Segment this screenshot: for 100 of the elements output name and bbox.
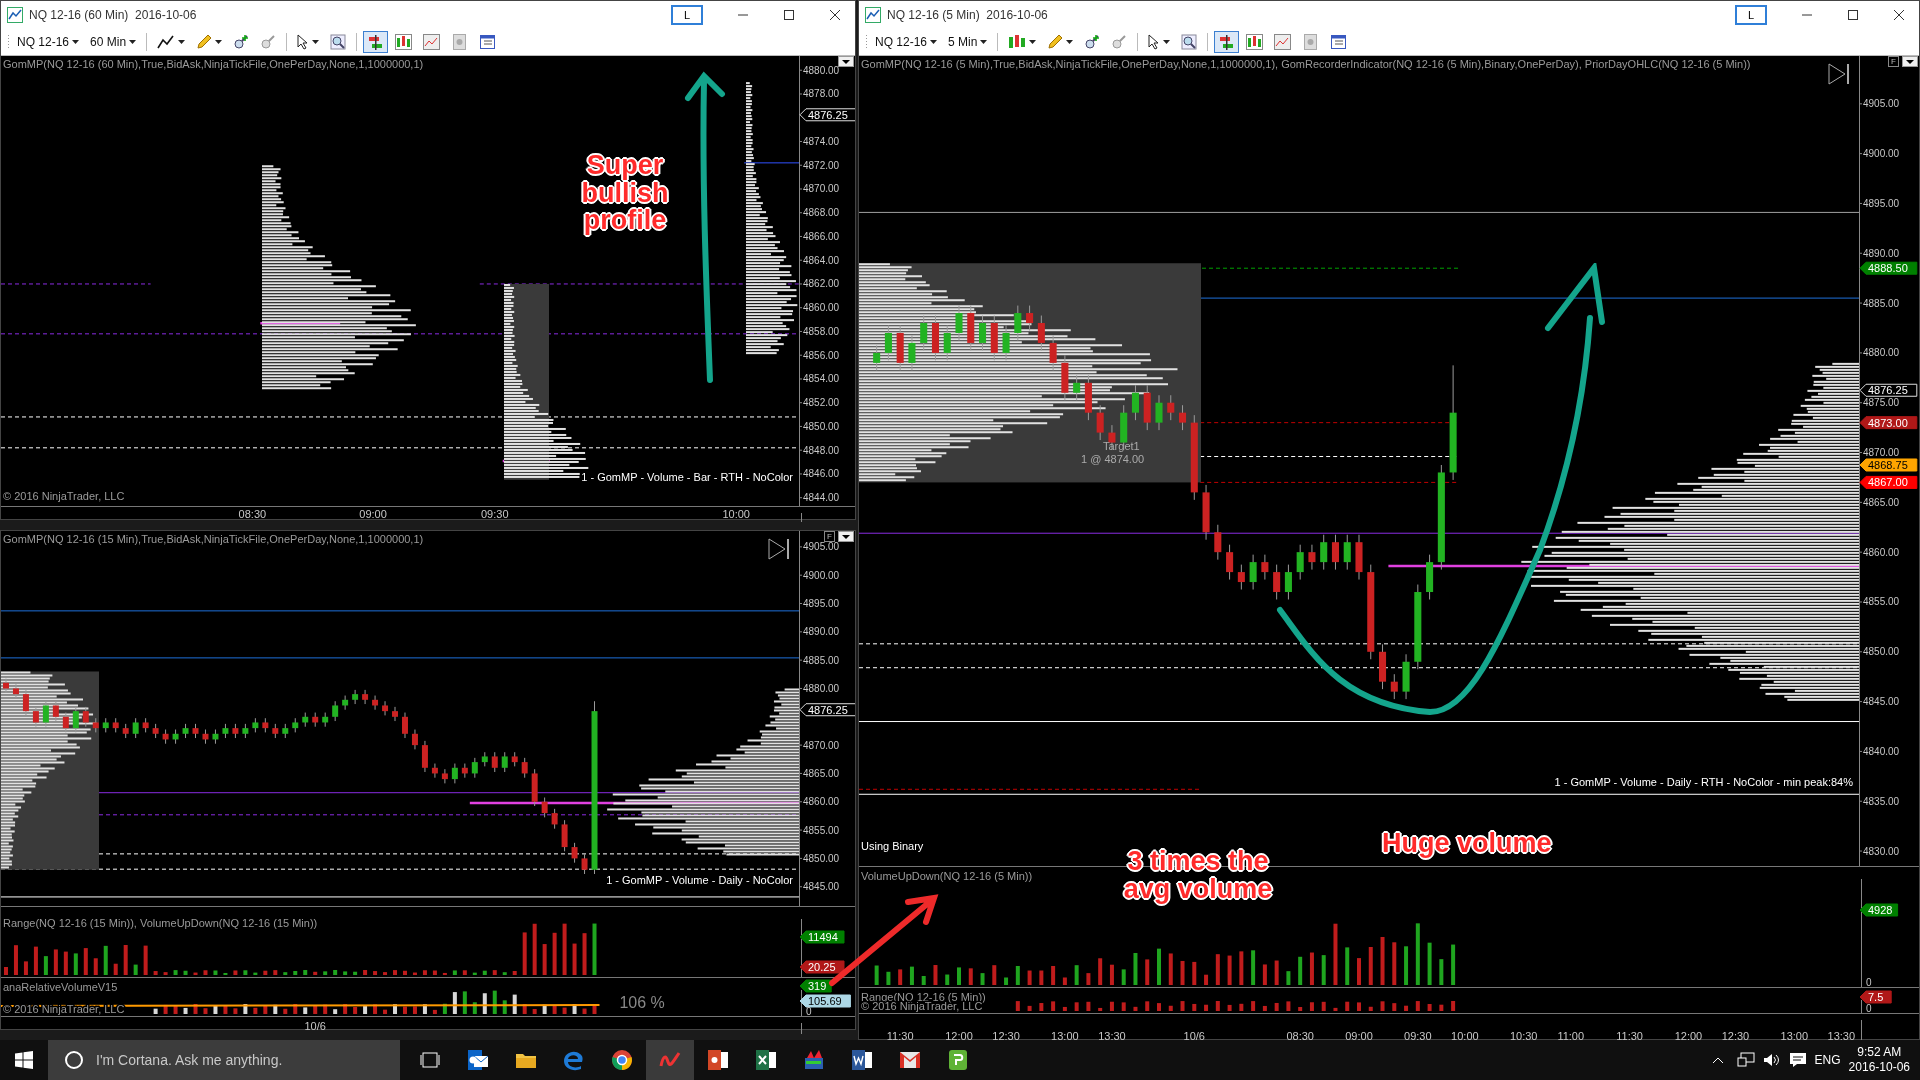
price-axis-label: 4870.00 <box>803 183 840 195</box>
price-axis-label: 4875.00 <box>1863 397 1900 409</box>
price-axis-label: 4844.00 <box>803 492 840 504</box>
clock-date[interactable]: 2016-10-06 <box>1848 1060 1910 1075</box>
link-button[interactable]: L <box>671 5 703 25</box>
price-marker: 4876.25 <box>1859 383 1918 397</box>
status-label: Using Binary <box>861 840 924 852</box>
time-axis-label: 12:30 <box>1721 1030 1750 1042</box>
price-axis-label: 4895.00 <box>803 598 840 609</box>
price-marker: 4868.75 <box>1859 458 1918 472</box>
time-axis-label: 10:30 <box>1509 1030 1538 1042</box>
time-axis-label: 13:30 <box>1098 1030 1126 1042</box>
annotation-text: 3 times the avg volume <box>1122 848 1274 904</box>
price-axis-label: 4870.00 <box>803 739 840 751</box>
interval-dropdown[interactable]: 5 Min <box>944 31 992 53</box>
price-axis-label: 4856.00 <box>803 349 840 361</box>
price-axis-label: 4874.00 <box>803 136 840 147</box>
price-marker: 4867.00 <box>1859 475 1918 489</box>
price-axis-label: 4860.00 <box>803 796 840 808</box>
price-axis-label: 4852.00 <box>803 397 840 409</box>
price-axis-label: 4880.00 <box>803 64 840 76</box>
price-marker: 4873.00 <box>1859 416 1918 430</box>
price-marker: 105.69 <box>799 994 851 1008</box>
axis-label: 0 <box>1866 977 1872 987</box>
price-marker: 319 <box>799 979 832 993</box>
indicator-label: anaRelativeVolumeV15 <box>3 981 118 993</box>
price-axis-label: 4880.00 <box>803 683 840 694</box>
price-marker: 7.5 <box>1859 990 1892 1004</box>
price-axis-label: 4890.00 <box>1863 247 1900 259</box>
price-axis-label: 4845.00 <box>1863 696 1900 708</box>
price-axis-label: 4862.00 <box>803 278 840 290</box>
interval-dropdown[interactable]: 60 Min <box>86 31 141 53</box>
language-indicator[interactable]: ENG <box>1814 1051 1841 1069</box>
indicator-label: Range(NQ 12-16 (5 Min)) <box>861 991 986 1003</box>
indicator-label: GomMP(NQ 12-16 (60 Min),True,BidAsk,NinjaTickFile,OnePerDay,None,1,1000000,1) <box>3 58 424 70</box>
price-axis-label: 4850.00 <box>803 420 840 432</box>
time-axis-label: 10:00 <box>722 508 750 520</box>
price-axis-label: 4855.00 <box>803 824 840 836</box>
time-axis-label: 12:00 <box>945 1030 973 1042</box>
price-axis-label: 4870.00 <box>1863 447 1900 459</box>
indicator-label: Range(NQ 12-16 (15 Min)), VolumeUpDown(NQ 12-16 (15 Min)) <box>3 917 318 929</box>
price-axis-label: 4835.00 <box>1863 795 1900 807</box>
price-axis-label: 4830.00 <box>1863 845 1900 857</box>
clock-time[interactable]: 9:52 AM <box>1857 1045 1902 1060</box>
price-axis-label: 4848.00 <box>803 444 840 456</box>
price-axis-label: 4860.00 <box>1863 546 1900 558</box>
annotation-text: Huge volume <box>1382 830 1552 858</box>
profile-label: 1 - GomMP - Volume - Daily - RTH - NoColor - min peak:84% <box>1554 776 1853 788</box>
time-axis-label: 13:00 <box>1051 1030 1079 1042</box>
order-detail: 1 @ 4874.00 <box>1081 453 1145 465</box>
price-marker: 4876.25 <box>799 703 855 717</box>
time-axis-label: 13:00 <box>1780 1030 1809 1042</box>
time-axis-label: 09:00 <box>1345 1030 1373 1042</box>
price-axis-label: 4850.00 <box>803 852 840 864</box>
price-axis-label: 4895.00 <box>1863 197 1900 209</box>
price-axis-label: 4855.00 <box>1863 596 1900 608</box>
price-axis-label: 4880.00 <box>1863 347 1900 359</box>
price-axis-label: 4885.00 <box>803 654 840 666</box>
price-axis-label: 4845.00 <box>803 881 840 893</box>
time-axis-label: 09:30 <box>1404 1030 1432 1042</box>
time-axis-label: 13:30 <box>1827 1030 1856 1042</box>
time-axis-label: 10/6 <box>1183 1030 1205 1042</box>
price-axis-label: 4890.00 <box>803 626 840 638</box>
price-axis-label: 4858.00 <box>803 325 840 337</box>
time-axis-label: 08:30 <box>1286 1030 1314 1042</box>
search-field[interactable]: I'm Cortana. Ask me anything. <box>48 1040 400 1080</box>
link-button[interactable]: L <box>1735 5 1767 25</box>
price-axis-label: 4860.00 <box>803 302 840 314</box>
price-axis-label: 4846.00 <box>803 468 840 480</box>
price-axis-label: 4854.00 <box>803 373 840 385</box>
f-button[interactable]: F <box>824 531 835 542</box>
window-title: NQ 12-16 (5 Min) 2016-10-06 <box>887 7 1048 24</box>
price-marker: 4928 <box>1859 903 1899 917</box>
price-axis-label: 4865.00 <box>1863 496 1900 508</box>
price-marker: 11494 <box>799 930 845 944</box>
copyright-text: © 2016 NinjaTrader, LLC <box>3 490 125 502</box>
price-axis-label: 4878.00 <box>803 88 840 100</box>
instrument-dropdown[interactable]: NQ 12-16 <box>13 31 84 53</box>
profile-label: 1 - GomMP - Volume - Daily - NoColor <box>606 874 793 886</box>
price-axis-label: 4864.00 <box>803 254 840 266</box>
price-axis-label: 4905.00 <box>803 541 840 553</box>
time-axis-label: 09:30 <box>481 508 509 520</box>
annotation-text: Super bullish profile <box>580 152 670 235</box>
time-axis-label: 11:30 <box>1616 1030 1643 1042</box>
price-axis-label: 4905.00 <box>1863 98 1900 110</box>
f-button[interactable]: F <box>1888 56 1899 67</box>
price-axis-label: 4885.00 <box>1863 297 1900 309</box>
profile-label: 1 - GomMP - Volume - Bar - RTH - NoColor <box>581 471 793 483</box>
indicator-label: GomMP(NQ 12-16 (15 Min),True,BidAsk,NinjaTickFile,OnePerDay,None,1,1000000,1) <box>3 533 424 545</box>
price-axis-label: 4865.00 <box>803 767 840 779</box>
indicator-label: GomMP(NQ 12-16 (5 Min),True,BidAsk,NinjaTickFile,OnePerDay,None,1,1000000,1), GomRecorderIndicator(NQ 12-16 (5 Min),Binary,OnePerDay), PriorDayOHLC(NQ 12-16 (5 Min)) <box>861 58 1751 70</box>
price-marker: 20.25 <box>799 960 845 974</box>
instrument-dropdown[interactable]: NQ 12-16 <box>871 31 942 53</box>
time-axis-label: 10:00 <box>1451 1030 1479 1042</box>
axis-label: 0 <box>1866 1003 1872 1013</box>
time-axis-label: 11:00 <box>1557 1030 1585 1042</box>
axis-label: 0 <box>806 1006 812 1016</box>
price-axis-label: 4840.00 <box>1863 745 1900 757</box>
time-axis-label: 12:30 <box>992 1030 1020 1042</box>
time-axis-label: 09:00 <box>359 508 387 520</box>
